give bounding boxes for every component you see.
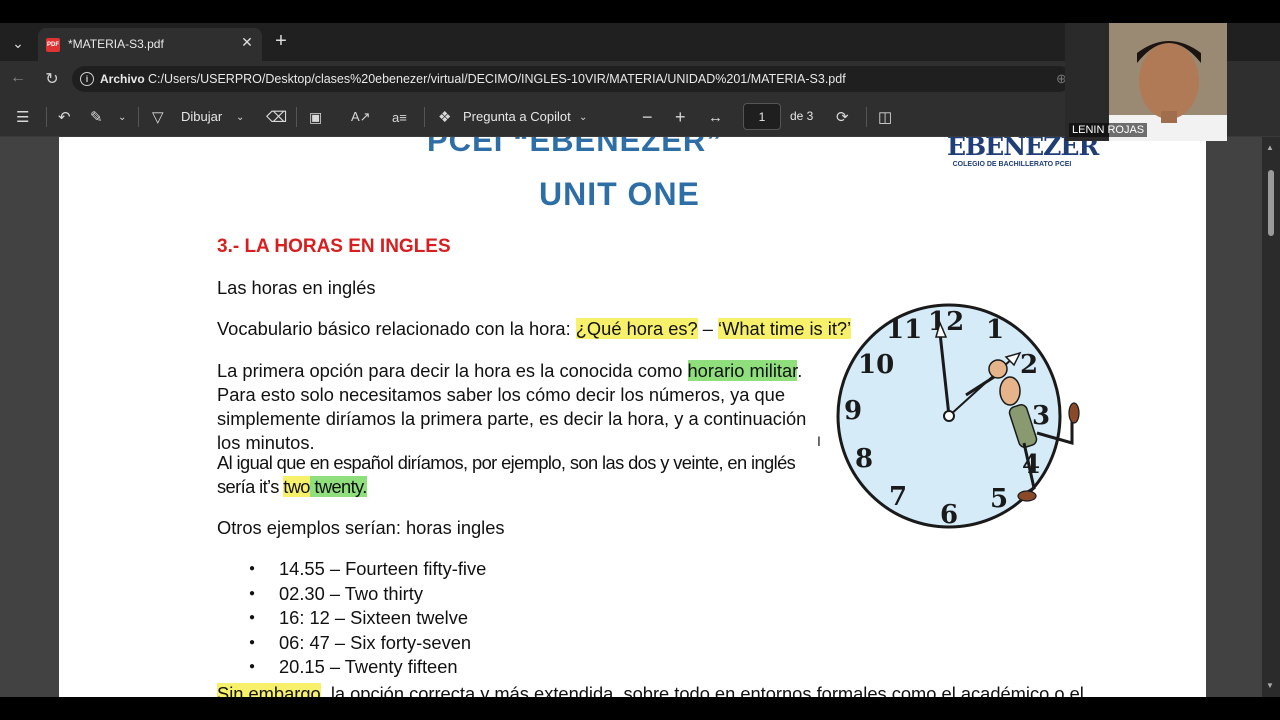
- clock-number-9: 9: [844, 396, 862, 426]
- paragraph-other-examples: Otros ejemplos serían: horas ingles: [217, 517, 505, 538]
- page-number-input[interactable]: 1: [743, 103, 781, 130]
- reload-icon[interactable]: ↻: [42, 69, 62, 89]
- tab-pdf[interactable]: PDF *MATERIA-S3.pdf ✕: [38, 28, 262, 61]
- highlight-question-en: ‘What time is it?’: [718, 318, 852, 339]
- clock-illustration: 12 1 2 3 4 5 6 7 8 9 10 11: [836, 303, 1080, 530]
- list-item: 14.55 – Fourteen fifty-five: [249, 557, 486, 582]
- copilot-chevron-down-icon[interactable]: ⌄: [579, 107, 587, 127]
- webcam-overlay: LENIN ROJAS: [1065, 23, 1227, 141]
- pdf-viewer[interactable]: PCEI “EBENEZER” UNIT ONE EBENEZER COLEGI…: [0, 137, 1280, 697]
- clock-number-8: 8: [855, 444, 873, 474]
- clock-number-6: 6: [940, 500, 958, 530]
- clock-number-12: 12: [928, 307, 964, 337]
- highlight-sin-embargo: Sin embargo: [217, 683, 321, 697]
- url-text[interactable]: C:/Users/USERPRO/Desktop/clases%20ebenez…: [148, 72, 846, 86]
- pdf-page[interactable]: PCEI “EBENEZER” UNIT ONE EBENEZER COLEGI…: [59, 137, 1206, 697]
- zoom-out-icon[interactable]: −: [642, 107, 653, 127]
- scroll-down-arrow-icon[interactable]: ▼: [1266, 681, 1274, 690]
- clock-number-11: 11: [886, 315, 922, 345]
- page-total-label: de 3: [790, 109, 814, 123]
- highlight-twenty: twenty.: [314, 476, 367, 497]
- section-heading: 3.- LA HORAS EN INGLES: [217, 236, 451, 257]
- translate-icon[interactable]: a≡: [392, 107, 407, 127]
- text: La primera opción para decir la hora es …: [217, 360, 688, 381]
- highlight-chevron-down-icon[interactable]: ⌄: [118, 107, 126, 127]
- clock-number-1: 1: [986, 315, 1004, 345]
- unit-title: UNIT ONE: [539, 176, 700, 212]
- paragraph-intro: Las horas en inglés: [217, 277, 376, 298]
- paragraph-vocabulary: Vocabulario básico relacionado con la ho…: [217, 317, 857, 341]
- fit-width-icon[interactable]: ↔: [708, 107, 723, 127]
- toolbar-divider: [296, 107, 297, 127]
- ask-copilot-button[interactable]: Pregunta a Copilot: [463, 109, 571, 124]
- text-box-icon[interactable]: ▣: [309, 107, 322, 127]
- logo-main-text: EBENEZER: [947, 137, 1099, 161]
- letterbox-bottom: [0, 697, 1280, 720]
- copilot-icon[interactable]: ❖: [438, 107, 451, 127]
- clock-number-5: 5: [990, 484, 1008, 514]
- draw-pen-icon[interactable]: ▽: [152, 107, 164, 127]
- toolbar-divider: [424, 107, 425, 127]
- read-aloud-icon[interactable]: A↗: [351, 107, 371, 127]
- scrollbar-thumb[interactable]: [1268, 170, 1274, 236]
- paragraph-example: Al igual que en español diríamos, por ej…: [217, 451, 825, 499]
- rotate-icon[interactable]: ⟳: [836, 107, 849, 127]
- list-item: 06: 47 – Six forty-seven: [249, 631, 486, 656]
- highlight-question-es: ¿Qué hora es?: [575, 318, 698, 339]
- new-tab-plus-icon[interactable]: +: [270, 30, 292, 53]
- eraser-icon[interactable]: ⌫: [266, 107, 287, 127]
- clock-number-3: 3: [1032, 401, 1050, 431]
- zoom-in-icon[interactable]: +: [675, 107, 686, 127]
- list-item: 16: 12 – Sixteen twelve: [249, 606, 486, 631]
- list-item: 02.30 – Two thirty: [249, 582, 486, 607]
- info-icon[interactable]: i: [80, 72, 94, 86]
- tab-title: *MATERIA-S3.pdf: [68, 37, 164, 51]
- url-field[interactable]: i Archivo C:/Users/USERPRO/Desktop/clase…: [72, 66, 1072, 92]
- letterbox-top: [0, 0, 1280, 23]
- text: –: [697, 318, 719, 339]
- url-scheme-label: Archivo: [100, 72, 145, 86]
- highlight-two: two: [283, 476, 310, 497]
- school-title: PCEI “EBENEZER”: [427, 137, 723, 158]
- school-logo: EBENEZER COLEGIO DE BACHILLERATO PCEI: [947, 137, 1099, 168]
- screen: ⌄ PDF *MATERIA-S3.pdf ✕ + ← ↻ i Archivo …: [0, 0, 1280, 720]
- clock-number-10: 10: [858, 350, 894, 380]
- highlight-military-time: horario militar: [687, 360, 798, 381]
- examples-list: 14.55 – Fourteen fifty-five 02.30 – Two …: [249, 557, 486, 680]
- clock-center: [943, 410, 955, 422]
- close-icon[interactable]: ✕: [238, 34, 256, 51]
- list-item: 20.15 – Twenty fifteen: [249, 655, 486, 680]
- text: Vocabulario básico relacionado con la ho…: [217, 318, 576, 339]
- toolbar-divider: [46, 107, 47, 127]
- tab-actions-chevron-icon[interactable]: ⌄: [6, 31, 30, 55]
- draw-chevron-down-icon[interactable]: ⌄: [236, 107, 244, 127]
- pdf-icon: PDF: [46, 38, 60, 52]
- highlight-icon[interactable]: ✎: [90, 107, 103, 127]
- clock-number-2: 2: [1020, 350, 1038, 380]
- clock-number-7: 7: [889, 482, 907, 512]
- contents-list-icon[interactable]: ☰: [16, 107, 29, 127]
- text: , la opción correcta y más extendida, so…: [320, 683, 1084, 697]
- logo-sub-text: COLEGIO DE BACHILLERATO PCEI: [952, 161, 1072, 168]
- undo-icon[interactable]: ↶: [58, 107, 71, 127]
- toolbar-divider: [138, 107, 139, 127]
- vertical-scrollbar[interactable]: ▲ ▼: [1262, 137, 1280, 697]
- back-arrow-icon[interactable]: ←: [8, 69, 28, 89]
- paragraph-cut-off: Sin embargo, la opción correcta y más ex…: [217, 683, 1084, 697]
- toolbar-divider: [866, 107, 867, 127]
- scroll-up-arrow-icon[interactable]: ▲: [1266, 143, 1274, 152]
- participant-name: LENIN ROJAS: [1069, 123, 1148, 137]
- paragraph-military-time: La primera opción para decir la hora es …: [217, 359, 825, 455]
- draw-button[interactable]: Dibujar: [181, 109, 222, 124]
- text-cursor-icon: I: [817, 433, 821, 449]
- page-view-icon[interactable]: ◫: [878, 107, 892, 127]
